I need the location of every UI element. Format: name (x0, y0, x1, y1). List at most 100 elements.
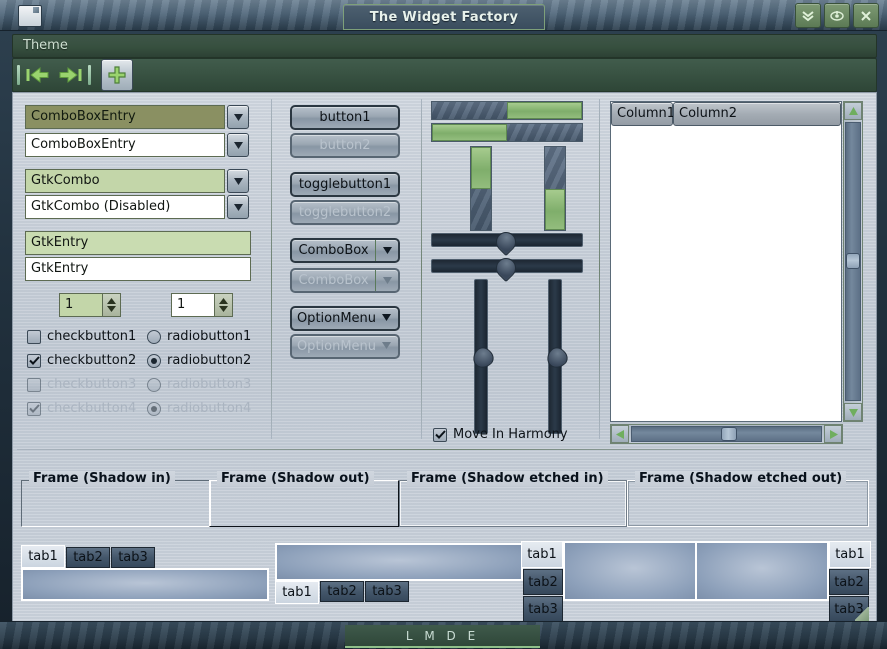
combo-box-entry-input[interactable]: ComboBoxEntry (25, 133, 225, 157)
checkbox-checked-icon[interactable] (27, 353, 41, 368)
checkbutton-1[interactable]: checkbutton1 (27, 329, 136, 344)
radio-unselected-icon[interactable] (147, 329, 161, 344)
toolbar-add-button[interactable] (101, 59, 133, 91)
combobox2: ComboBox (290, 268, 400, 293)
spin-button-left-steppers[interactable] (103, 293, 121, 317)
treeview-horizontal-scrollbar[interactable] (610, 424, 843, 444)
combo-box-entry-selected-arrow[interactable] (227, 105, 249, 129)
scroll-right-button[interactable] (824, 425, 842, 443)
checkbox-checked-icon[interactable] (433, 427, 447, 442)
combo-box-entry-arrow[interactable] (227, 133, 249, 157)
toolbar-back-button[interactable] (24, 63, 54, 87)
close-x-icon (861, 10, 871, 21)
menu-item-theme[interactable]: Theme (13, 36, 78, 56)
gtk-combo-input[interactable]: GtkCombo (25, 169, 225, 193)
notebook-right-tab2[interactable]: tab2 (829, 569, 869, 595)
spin-button-right-steppers[interactable] (215, 293, 233, 317)
radiobutton-1[interactable]: radiobutton1 (147, 329, 251, 344)
optionmenu1-label: OptionMenu (296, 311, 377, 326)
status-bar: L M D E (0, 621, 887, 649)
checkbutton-2[interactable]: checkbutton2 (27, 353, 136, 368)
treeview[interactable]: Column1 Column2 (610, 101, 842, 422)
notebook-left-tab2[interactable]: tab2 (523, 569, 563, 595)
combobox2-label: ComboBox (298, 273, 369, 288)
notebook-left-tab2-label: tab2 (528, 574, 558, 590)
notebook-left-page (563, 541, 705, 601)
radio-selected-icon[interactable] (147, 353, 161, 368)
chevron-down-icon (107, 306, 116, 312)
spin-button-left[interactable]: 1 (59, 293, 121, 317)
spin-button-right[interactable]: 1 (171, 293, 233, 317)
treeview-column-2-header[interactable]: Column2 (673, 102, 841, 126)
scroll-left-button[interactable] (611, 425, 629, 443)
radio-unselected-disabled-icon (147, 377, 161, 392)
optionmenu1[interactable]: OptionMenu (290, 306, 400, 331)
button2-label: button2 (319, 138, 371, 153)
optionmenu2-label: OptionMenu (296, 339, 377, 354)
menu-bar: Theme (12, 34, 877, 58)
maximize-button[interactable] (824, 3, 850, 28)
close-button[interactable] (853, 3, 879, 28)
notebook-top-tab1[interactable]: tab1 (21, 545, 65, 568)
scale-horizontal-2[interactable] (431, 253, 583, 283)
notebook-left-tab3[interactable]: tab3 (523, 596, 563, 622)
chevron-down-icon (233, 141, 243, 149)
optionmenu1-arrow[interactable] (381, 311, 392, 326)
radiobutton-2[interactable]: radiobutton2 (147, 353, 251, 368)
gtk-entry-input[interactable]: GtkEntry (25, 257, 251, 281)
gtk-combo-arrow[interactable] (227, 169, 249, 193)
separator-col3 (599, 99, 600, 439)
notebook-bottom-tab2[interactable]: tab2 (320, 581, 364, 602)
combobox1[interactable]: ComboBox (290, 238, 400, 263)
togglebutton1[interactable]: togglebutton1 (290, 172, 400, 197)
scroll-up-button[interactable] (844, 102, 862, 120)
frame-shadow-etched-in: Frame (Shadow etched in) (399, 471, 627, 527)
gtk-entry-selected-input[interactable]: GtkEntry (25, 231, 251, 255)
optionmenu2-arrow (381, 339, 392, 354)
notebook-bottom-tab3[interactable]: tab3 (365, 581, 409, 602)
treeview-column-1-header[interactable]: Column1 (611, 102, 675, 126)
checkbox-unchecked-icon[interactable] (27, 329, 41, 344)
scroll-trough-vertical[interactable] (845, 122, 861, 401)
minimize-button[interactable] (795, 3, 821, 28)
combobox2-arrow (375, 270, 398, 291)
scale-vertical-2[interactable] (542, 279, 572, 434)
treeview-vertical-scrollbar[interactable] (843, 101, 863, 422)
gtk-entry-row: GtkEntry (25, 257, 251, 281)
treeview-header: Column1 Column2 (611, 102, 841, 126)
scroll-down-button[interactable] (844, 403, 862, 421)
scale-vertical-1[interactable] (468, 279, 498, 434)
radiobutton-3: radiobutton3 (147, 377, 251, 392)
scale-horizontal-1[interactable] (431, 227, 583, 257)
button2: button2 (290, 133, 400, 158)
scale-vertical-2-handle (542, 343, 572, 373)
scroll-thumb-horizontal[interactable] (721, 427, 737, 441)
scroll-trough-horizontal[interactable] (631, 426, 822, 442)
notebook-top-tab3[interactable]: tab3 (111, 547, 155, 568)
scroll-thumb-vertical[interactable] (846, 253, 860, 269)
progressbar-horizontal-2 (431, 123, 583, 142)
button1[interactable]: button1 (290, 105, 400, 130)
chevron-down-icon (233, 177, 243, 185)
notebook-bottom-tab3-label: tab3 (372, 584, 402, 599)
status-bar-plate: L M D E (345, 625, 540, 648)
combo-box-entry-selected-input[interactable]: ComboBoxEntry (25, 105, 225, 129)
notebook-bottom-tab1[interactable]: tab1 (275, 581, 319, 604)
arrow-up-icon (848, 106, 858, 115)
toolbar-forward-button[interactable] (54, 63, 84, 87)
combobox1-arrow[interactable] (375, 240, 398, 261)
resize-grip[interactable] (855, 607, 869, 621)
spin-button-right-value[interactable]: 1 (171, 293, 215, 317)
arrow-down-icon (848, 408, 858, 417)
status-bar-text: L M D E (405, 628, 480, 643)
spin-button-left-value[interactable]: 1 (59, 293, 103, 317)
progressbar-vertical-1-fill (471, 147, 491, 189)
notebook-left-tab1[interactable]: tab1 (521, 541, 563, 568)
move-in-harmony-checkbox[interactable]: Move In Harmony (433, 427, 568, 442)
notebook-top-page (21, 568, 269, 601)
notebook-right-tab1[interactable]: tab1 (829, 541, 871, 568)
arrow-right-icon (59, 66, 82, 84)
progressbar-vertical-1 (470, 146, 492, 231)
notebook-top-tab2[interactable]: tab2 (66, 547, 110, 568)
scale-horizontal-1-handle (491, 227, 521, 257)
